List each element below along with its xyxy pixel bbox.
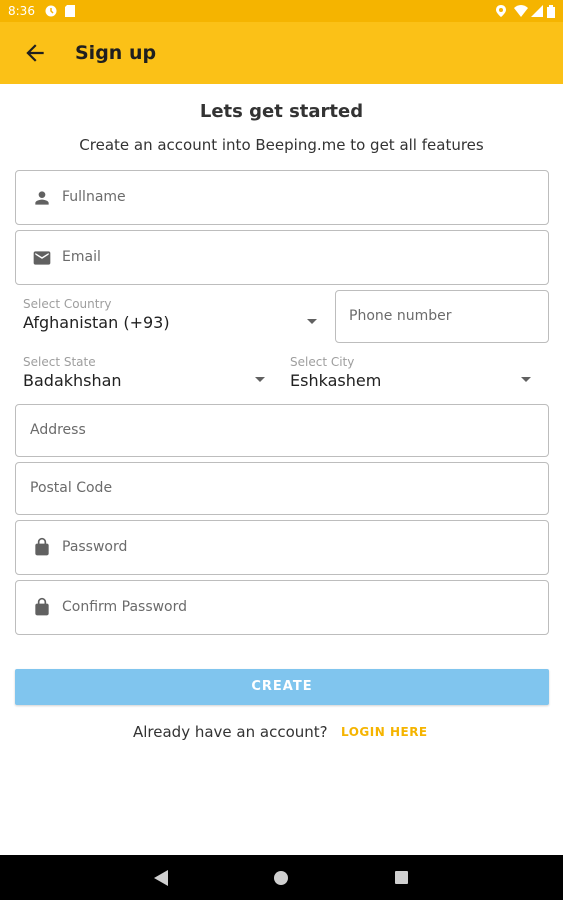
city-dropdown[interactable]: Select City Eshkashem — [290, 355, 535, 395]
login-row: Already have an account? LOGIN HERE — [0, 722, 563, 744]
home-circle-icon[interactable] — [274, 871, 288, 885]
form-subheading: Create an account into Beeping.me to get… — [79, 136, 484, 154]
status-bar: 8:36 — [0, 0, 563, 22]
lock-icon — [35, 597, 49, 616]
postal-code-placeholder: Postal Code — [30, 480, 113, 496]
arrow-back-icon[interactable] — [22, 40, 48, 66]
navigation-bar — [0, 855, 563, 900]
password-field[interactable]: Password — [15, 520, 549, 575]
address-field[interactable]: Address — [15, 404, 549, 457]
mail-icon — [33, 251, 51, 265]
confirm-password-field[interactable]: Confirm Password — [15, 580, 549, 635]
signal-icon — [531, 5, 543, 17]
form-heading: Lets get started — [199, 101, 364, 122]
sim-card-icon — [65, 5, 75, 17]
country-dropdown[interactable]: Select Country Afghanistan (+93) — [23, 297, 323, 337]
create-button[interactable]: CREATE — [15, 669, 549, 705]
country-value: Afghanistan (+93) — [23, 313, 170, 332]
password-placeholder: Password — [62, 539, 128, 555]
fullname-placeholder: Fullname — [62, 189, 126, 205]
login-link[interactable]: LOGIN HERE — [341, 725, 428, 739]
state-label: Select State — [23, 355, 96, 369]
status-time: 8:36 — [8, 4, 35, 18]
person-icon — [35, 191, 49, 205]
email-placeholder: Email — [62, 249, 101, 265]
chevron-down-icon — [521, 377, 531, 382]
battery-icon — [547, 5, 555, 18]
address-placeholder: Address — [30, 422, 86, 438]
fullname-field[interactable]: Fullname — [15, 170, 549, 225]
recents-square-icon[interactable] — [395, 871, 408, 884]
wifi-icon — [514, 5, 528, 17]
phone-field[interactable]: Phone number — [335, 290, 549, 343]
postal-code-field[interactable]: Postal Code — [15, 462, 549, 515]
lock-icon — [35, 537, 49, 556]
state-dropdown[interactable]: Select State Badakhshan — [23, 355, 268, 395]
confirm-password-placeholder: Confirm Password — [62, 599, 188, 615]
back-triangle-icon[interactable] — [154, 870, 168, 886]
phone-placeholder: Phone number — [349, 308, 452, 324]
chevron-down-icon — [255, 377, 265, 382]
login-prompt: Already have an account? — [133, 723, 328, 741]
city-label: Select City — [290, 355, 355, 369]
page-title: Sign up — [75, 42, 157, 64]
location-icon — [496, 5, 506, 17]
app-bar: Sign up — [0, 22, 563, 84]
state-value: Badakhshan — [23, 371, 122, 390]
country-label: Select Country — [23, 297, 112, 311]
city-value: Eshkashem — [290, 371, 382, 390]
email-field[interactable]: Email — [15, 230, 549, 285]
chevron-down-icon — [307, 319, 317, 324]
circle-notification-icon — [45, 5, 57, 17]
